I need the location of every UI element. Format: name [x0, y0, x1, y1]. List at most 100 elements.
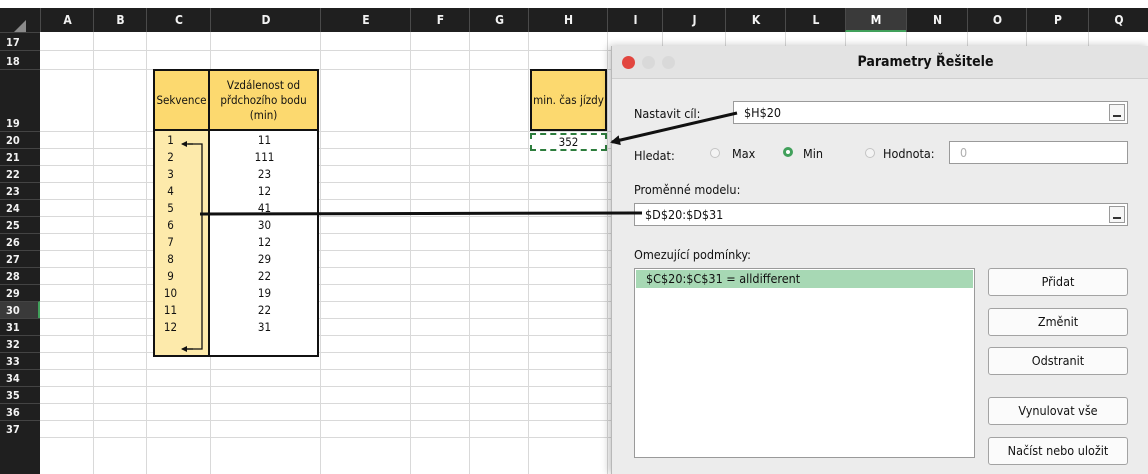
- set-target-label: Nastavit cíl:: [634, 106, 701, 121]
- row-header-24[interactable]: 24: [0, 199, 40, 216]
- row-header-26[interactable]: 26: [0, 233, 40, 250]
- row-number: 36: [6, 406, 20, 419]
- column-header-c[interactable]: C: [146, 8, 211, 32]
- result-cell-h20[interactable]: 352: [530, 133, 607, 151]
- constraints-list[interactable]: $C$20:$C$31 = alldifferent: [634, 268, 975, 458]
- distance-cell[interactable]: 19: [210, 286, 319, 300]
- distance-cell[interactable]: 29: [210, 252, 319, 266]
- row-header-20[interactable]: 20: [0, 131, 40, 148]
- distance-cell[interactable]: 41: [210, 201, 319, 215]
- row-header-35[interactable]: 35: [0, 386, 40, 403]
- distance-header-line: přdchozího bodu: [220, 92, 307, 107]
- constraint-item[interactable]: $C$20:$C$31 = alldifferent: [636, 270, 973, 288]
- row-number: 23: [6, 185, 20, 198]
- row-header-22[interactable]: 22: [0, 165, 40, 182]
- collapse-range-icon[interactable]: [1109, 206, 1125, 223]
- load-save-button[interactable]: Načíst nebo uložit: [988, 437, 1128, 465]
- column-header-o[interactable]: O: [967, 8, 1027, 32]
- sequence-cell[interactable]: 6: [153, 218, 188, 232]
- distance-cell[interactable]: 23: [210, 167, 319, 181]
- distance-cell[interactable]: 111: [210, 150, 319, 164]
- collapse-range-icon[interactable]: [1109, 104, 1125, 121]
- sequence-cell[interactable]: 9: [153, 269, 188, 283]
- variables-label: Proměnné modelu:: [634, 182, 741, 197]
- max-radio[interactable]: [710, 148, 720, 158]
- column-header-n[interactable]: N: [906, 8, 968, 32]
- column-header-j[interactable]: J: [662, 8, 726, 32]
- column-gridline: [607, 32, 608, 474]
- row-number: 27: [6, 253, 20, 266]
- value-field[interactable]: 0: [949, 141, 1128, 164]
- variables-field[interactable]: $D$20:$D$31: [634, 203, 1128, 226]
- value-radio[interactable]: [865, 148, 875, 158]
- sequence-cell[interactable]: 3: [153, 167, 188, 181]
- column-header-m[interactable]: M: [845, 8, 906, 32]
- sequence-cell[interactable]: 11: [153, 303, 188, 317]
- row-header-25[interactable]: 25: [0, 216, 40, 233]
- variables-value: $D$20:$D$31: [645, 207, 724, 222]
- select-all-corner[interactable]: [0, 8, 40, 34]
- set-target-field[interactable]: $H$20: [733, 101, 1128, 124]
- column-header-a[interactable]: A: [40, 8, 94, 32]
- column-header-f[interactable]: F: [410, 8, 470, 32]
- column-header-b[interactable]: B: [93, 8, 147, 32]
- column-header-i[interactable]: I: [607, 8, 663, 32]
- column-header-e[interactable]: E: [320, 8, 411, 32]
- row-header-21[interactable]: 21: [0, 148, 40, 165]
- column-header-p[interactable]: P: [1026, 8, 1089, 32]
- row-header-18[interactable]: 18: [0, 50, 40, 69]
- distance-header-cell[interactable]: Vzdálenost od přdchozího bodu (min): [208, 69, 319, 131]
- distance-cell[interactable]: 22: [210, 303, 319, 317]
- row-header-28[interactable]: 28: [0, 267, 40, 284]
- result-header-cell[interactable]: min. čas jízdy: [530, 69, 607, 131]
- row-header-23[interactable]: 23: [0, 182, 40, 199]
- sequence-cell[interactable]: 8: [153, 252, 188, 266]
- row-header-37[interactable]: 37: [0, 420, 40, 437]
- row-header-19[interactable]: 19: [0, 69, 40, 131]
- sequence-cell[interactable]: 5: [153, 201, 188, 215]
- row-header-27[interactable]: 27: [0, 250, 40, 267]
- remove-button[interactable]: Odstranit: [988, 347, 1128, 375]
- column-header-d[interactable]: D: [210, 8, 321, 32]
- row-header-36[interactable]: 36: [0, 403, 40, 420]
- distance-cell[interactable]: 12: [210, 184, 319, 198]
- sequence-cell[interactable]: 2: [153, 150, 188, 164]
- row-header-34[interactable]: 34: [0, 369, 40, 386]
- row-number: 24: [6, 202, 20, 215]
- sequence-cell[interactable]: 10: [153, 286, 188, 300]
- column-header-q[interactable]: Q: [1088, 8, 1148, 32]
- column-header-k[interactable]: K: [725, 8, 786, 32]
- distance-cell[interactable]: 30: [210, 218, 319, 232]
- change-button[interactable]: Změnit: [988, 308, 1128, 336]
- row-header-29[interactable]: 29: [0, 284, 40, 301]
- sequence-cell[interactable]: 7: [153, 235, 188, 249]
- row-number: 25: [6, 219, 20, 232]
- row-number: 30: [6, 304, 20, 317]
- distance-header-text: Vzdálenost od přdchozího bodu (min): [220, 78, 306, 123]
- sequence-header-cell[interactable]: Sekvence: [153, 69, 210, 131]
- add-button[interactable]: Přidat: [988, 268, 1128, 296]
- set-target-value: $H$20: [744, 105, 782, 120]
- distance-cell[interactable]: 31: [210, 320, 319, 334]
- row-header-32[interactable]: 32: [0, 335, 40, 352]
- column-header-l[interactable]: L: [785, 8, 846, 32]
- row-number: 20: [6, 134, 20, 147]
- sequence-cell[interactable]: 4: [153, 184, 188, 198]
- distance-cell[interactable]: 12: [210, 235, 319, 249]
- column-header-h[interactable]: H: [528, 8, 608, 32]
- row-number: 35: [6, 389, 20, 402]
- min-radio[interactable]: [783, 147, 793, 157]
- row-number: 21: [6, 151, 20, 164]
- distance-cell[interactable]: 11: [210, 133, 319, 147]
- distance-cell[interactable]: 22: [210, 269, 319, 283]
- row-header-17[interactable]: 17: [0, 32, 40, 50]
- reset-all-button[interactable]: Vynulovat vše: [988, 397, 1128, 425]
- column-header-g[interactable]: G: [469, 8, 529, 32]
- row-header-33[interactable]: 33: [0, 352, 40, 369]
- row-header-30[interactable]: 30: [0, 301, 40, 318]
- row-header-31[interactable]: 31: [0, 318, 40, 335]
- sequence-cell[interactable]: 1: [153, 133, 188, 147]
- row-number: 32: [6, 338, 20, 351]
- sequence-cell[interactable]: 12: [153, 320, 188, 334]
- value-label: Hodnota:: [883, 146, 935, 161]
